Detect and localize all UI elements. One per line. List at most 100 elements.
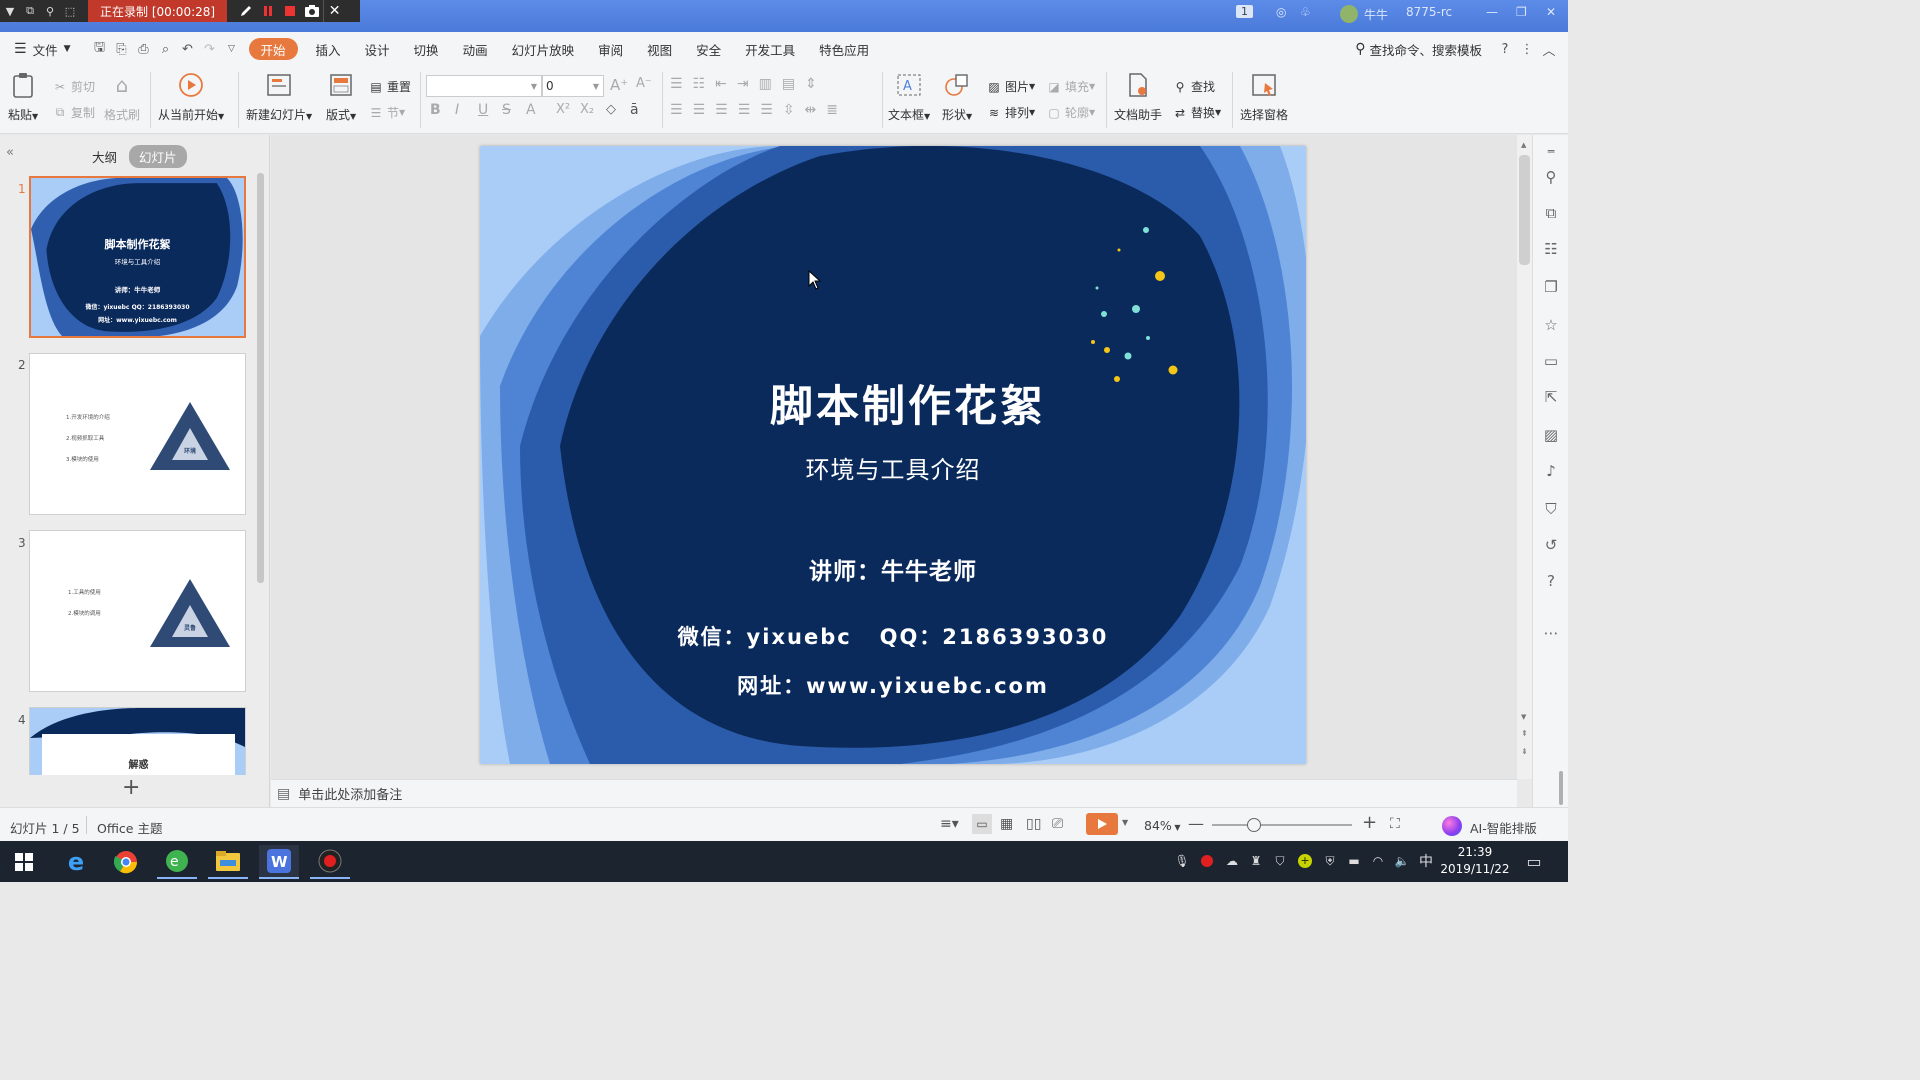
grow-font-icon[interactable]: A⁺ [610,76,628,94]
fill-button[interactable]: ◪ 填充 ▼ [1046,78,1095,95]
user-avatar[interactable]: 牛牛 [1340,5,1388,23]
collapse-ribbon-icon[interactable]: ︿ [1538,38,1560,60]
reset-button[interactable]: ▤ 重置 [368,78,411,95]
update-tray-icon[interactable]: + [1295,851,1315,871]
text-direction-icon[interactable]: ▤ [782,76,805,92]
more-options-icon[interactable]: ⋯ [1541,623,1561,643]
zoom-level[interactable]: 84% ▼ [1144,818,1181,833]
tab-special-apps[interactable]: 特色应用 [807,38,881,60]
slide-editor[interactable]: 脚本制作花絮 环境与工具介绍 讲师：牛牛老师 微信：yixuebc QQ：218… [480,146,1306,764]
presenter-view-icon[interactable]: ⎚ [1052,816,1063,832]
slide-website[interactable]: 网址：www.yixuebc.com [480,670,1306,700]
shapes-panel-icon[interactable]: ⧉ [1541,203,1561,223]
history-icon[interactable]: ↺ [1541,535,1561,555]
collapse-panel-icon[interactable]: « [6,145,14,160]
scroll-up-icon[interactable]: ▲ [1521,141,1526,149]
minimize-icon[interactable]: — [1486,5,1498,19]
audio-icon[interactable]: ♪ [1541,461,1561,481]
windows-start-icon[interactable] [4,845,44,879]
clear-format-icon[interactable]: ◇ [606,102,616,117]
underline-icon[interactable]: U [478,102,488,118]
shape-button[interactable]: 形状▼ [942,70,972,123]
zoom-slider[interactable] [1212,818,1352,832]
copy-button[interactable]: ⧉ 复制 [52,104,95,121]
shield-icon[interactable]: ⛉ [1541,499,1561,519]
wps-icon[interactable]: W [259,845,299,879]
picture-button[interactable]: ▨ 图片 ▼ [986,78,1035,95]
numbered-list-icon[interactable]: ☷ [693,76,716,92]
columns-icon[interactable]: ▥ [759,76,782,92]
star-icon[interactable]: ☆ [1541,315,1561,335]
font-family-select[interactable]: ▼ [426,75,542,97]
reading-view-icon[interactable]: ▯▯ [1026,816,1041,832]
next-slide-icon[interactable]: ⇟ [1521,747,1528,756]
play-slideshow-button[interactable] [1086,813,1118,835]
slide-thumbnail-4[interactable]: 解惑 [29,707,246,775]
list-controls[interactable]: ☰ ☷ ⇤ ⇥ ▥ ▤ ⇕ [670,76,827,92]
tab-review[interactable]: 审阅 [586,38,635,60]
indent-options-icon[interactable]: ⇹ [805,102,827,118]
copy-format-icon[interactable]: ❐ [1541,277,1561,297]
new-slide-button[interactable]: 新建幻灯片▼ [246,70,312,123]
share-icon[interactable]: ⇱ [1541,387,1561,407]
line-spacing-icon[interactable]: ⇕ [805,76,827,92]
theme-name[interactable]: Office 主题 [97,818,162,837]
slide-subtitle[interactable]: 环境与工具介绍 [480,450,1306,485]
battery-icon[interactable]: ▬ [1344,851,1364,871]
superscript-icon[interactable]: X² [556,102,570,117]
undo-icon[interactable]: ↶ [177,38,199,60]
archive-icon[interactable]: ▭ [1541,351,1561,371]
bold-icon[interactable]: B [430,102,441,118]
zoom-in-icon[interactable]: + [1362,812,1377,833]
sidebar-menu-icon[interactable]: ═ [1541,141,1561,161]
tab-home[interactable]: 开始 [248,38,298,60]
slide-title[interactable]: 脚本制作花絮 [480,372,1306,434]
italic-icon[interactable]: I [455,102,459,118]
recorder-region-icon[interactable]: ⬚ [60,0,80,22]
tab-view[interactable]: 视图 [635,38,684,60]
canvas-scrollbar[interactable]: ▲ ▼ ⇞ ⇟ [1517,135,1532,779]
recorder-stop-icon[interactable] [279,0,301,22]
increase-indent-icon[interactable]: ⇥ [737,76,759,92]
pin-icon[interactable]: ⚲ [1541,167,1561,187]
slide-contact[interactable]: 微信：yixuebc QQ：2186393030 [480,621,1306,651]
slide-thumbnail-3[interactable]: 1.工具的使用 2.模块的调用 灵鲁 [29,530,246,692]
slide-teacher[interactable]: 讲师：牛牛老师 [480,552,1306,586]
cloud-tray-icon[interactable]: ☁ [1222,851,1242,871]
recorder-close-icon[interactable]: ✕ [323,0,345,22]
file-explorer-icon[interactable] [208,845,248,879]
microphone-icon[interactable]: 🎙 [1172,851,1192,871]
play-from-current-button[interactable]: 从当前开始▼ [158,70,224,123]
align-right-icon[interactable]: ☰ [715,102,738,118]
distribute-icon[interactable]: ☰ [760,102,783,118]
command-search[interactable]: ⚲ 查找命令、搜索模板 [1343,38,1494,60]
tab-insert[interactable]: 插入 [304,38,353,60]
replace-button[interactable]: ⇄ 替换 ▼ [1172,104,1221,121]
paste-button[interactable]: 粘贴▼ [8,70,38,123]
redo-icon[interactable]: ↷ [199,38,221,60]
justify-icon[interactable]: ☰ [738,102,761,118]
doc-helper-button[interactable]: 文档助手 [1114,70,1162,123]
sidebar-scroll[interactable] [1559,771,1563,805]
save-icon[interactable]: 🖫 [89,38,111,60]
prev-slide-icon[interactable]: ⇞ [1521,729,1528,738]
notes-pane[interactable]: ▤ 单击此处添加备注 [271,779,1517,807]
recording-tray-icon[interactable] [1197,851,1217,871]
file-menu[interactable]: ☰ 文件 ▼ [0,38,83,60]
more-icon[interactable]: ⋮ [1516,38,1538,60]
format-painter-button[interactable]: ⌂ 格式刷 [104,70,140,123]
ai-layout-button[interactable]: AI-智能排版 [1470,818,1537,837]
font-color-icon[interactable]: A [526,102,536,118]
bullet-list-icon[interactable]: ☰ [670,76,693,92]
browser-360-icon[interactable]: e [157,845,197,879]
selection-pane-button[interactable]: 选择窗格 [1240,70,1288,123]
recorder-pen-icon[interactable] [235,0,257,22]
scroll-down-icon[interactable]: ▼ [1521,713,1526,721]
wifi-icon[interactable]: ◠ [1368,851,1388,871]
slide-sorter-icon[interactable]: ▦ [1000,816,1013,832]
textbox-button[interactable]: A 文本框▼ [888,70,930,123]
tab-security[interactable]: 安全 [684,38,733,60]
arrange-button[interactable]: ≋ 排列 ▼ [986,104,1035,121]
properties-icon[interactable]: ☷ [1541,239,1561,259]
tab-slides[interactable]: 幻灯片 [129,145,187,168]
